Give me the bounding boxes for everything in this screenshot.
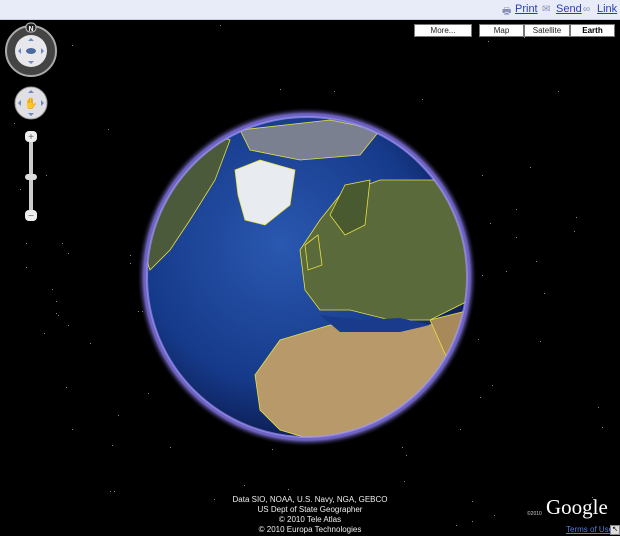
- map-type-satellite[interactable]: Satellite: [524, 24, 570, 37]
- svg-text:−: −: [28, 211, 34, 222]
- zoom-slider-handle[interactable]: [25, 174, 37, 180]
- navigation-controls[interactable]: N ✋ + −: [0, 20, 70, 235]
- attribution-line-3: © 2010 Tele Atlas: [278, 515, 342, 524]
- map-type-map[interactable]: Map: [479, 24, 524, 37]
- svg-text:+: +: [28, 132, 34, 143]
- attribution-line-4: © 2010 Europa Technologies: [258, 525, 362, 534]
- logo-copyright: ©2010: [527, 511, 542, 517]
- link-icon: ∞: [583, 4, 591, 15]
- more-button[interactable]: More...: [414, 24, 472, 37]
- envelope-icon: ✉: [542, 4, 551, 15]
- send-link[interactable]: Send: [556, 3, 582, 15]
- attribution-line-1: Data SIO, NOAA, U.S. Navy, NGA, GEBCO: [232, 495, 388, 504]
- print-icon: 🖶: [502, 6, 512, 17]
- terms-of-use-link[interactable]: Terms of Use: [566, 525, 613, 534]
- link-link[interactable]: Link: [597, 3, 617, 15]
- north-indicator[interactable]: N: [28, 26, 33, 33]
- attribution-line-2: US Dept of State Geographer: [257, 505, 363, 514]
- resize-corner-icon[interactable]: ↖: [610, 525, 620, 535]
- hand-icon: ✋: [24, 97, 38, 110]
- print-link[interactable]: Print: [515, 3, 538, 15]
- top-toolbar: 🖶 Print ✉ Send ∞ Link: [0, 0, 620, 20]
- map-type-earth[interactable]: Earth: [570, 24, 615, 37]
- globe[interactable]: [0, 20, 620, 536]
- earth-view[interactable]: More... Map Satellite Earth N ✋ + − Data…: [0, 20, 620, 536]
- eye-icon: [26, 48, 36, 54]
- google-logo: Google: [546, 495, 608, 519]
